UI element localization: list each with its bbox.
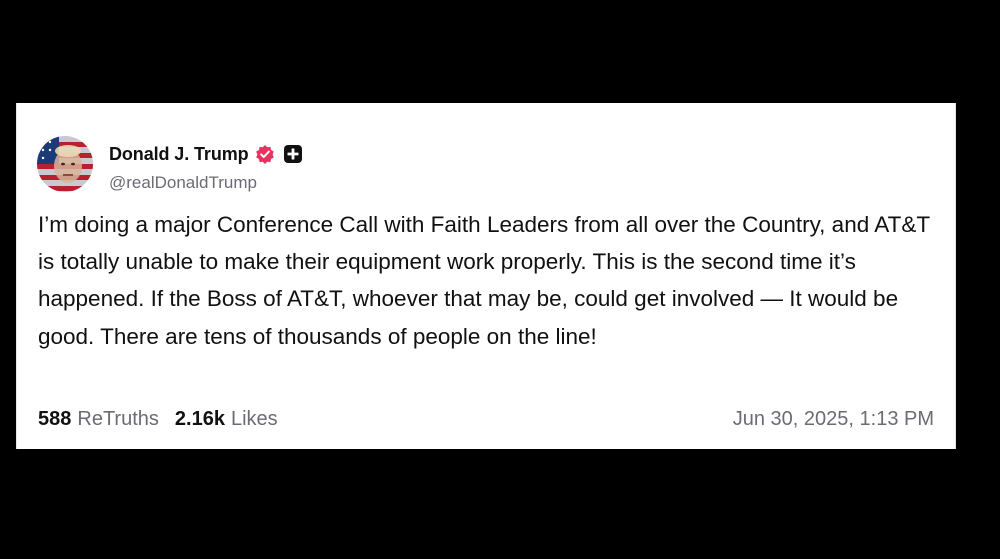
avatar-image (37, 136, 93, 192)
post-text: I’m doing a major Conference Call with F… (38, 212, 930, 349)
post-footer: 588 ReTruths 2.16k Likes Jun 30, 2025, 1… (38, 405, 934, 433)
likes-count: 2.16k (174, 407, 225, 430)
author-display-name[interactable]: Donald J. Trump (109, 144, 249, 165)
post-timestamp[interactable]: Jun 30, 2025, 1:13 PM (733, 408, 934, 431)
verified-badge-icon (255, 144, 275, 164)
screenshot-frame: Donald J. Trump @realDonaldTrump I’m doi… (0, 0, 1000, 559)
likes-label: Likes (230, 407, 278, 430)
author-handle[interactable]: @realDonaldTrump (109, 173, 257, 193)
post-card: Donald J. Trump @realDonaldTrump I’m doi… (16, 103, 956, 449)
retruths-label: ReTruths (77, 407, 159, 430)
retruths-count: 588 (38, 407, 72, 430)
avatar[interactable] (37, 136, 93, 192)
likes-stat[interactable]: 2.16k Likes (175, 408, 278, 431)
retruths-stat[interactable]: 588 ReTruths (38, 408, 159, 431)
plus-icon (283, 144, 303, 164)
author-row: Donald J. Trump (109, 141, 303, 167)
